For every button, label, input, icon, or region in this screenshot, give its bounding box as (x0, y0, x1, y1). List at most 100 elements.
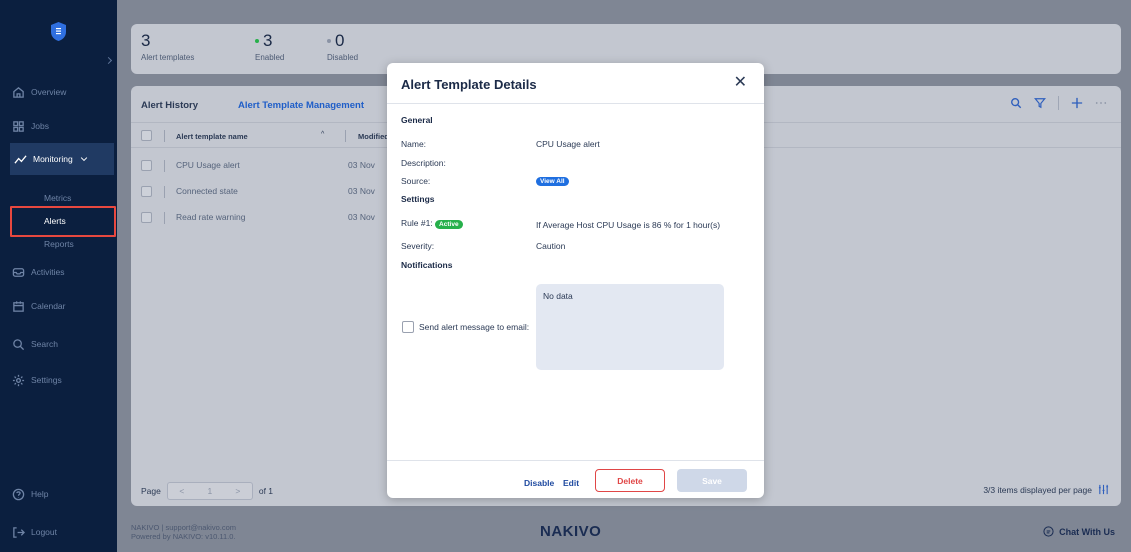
no-data-text: No data (543, 291, 573, 301)
tabs: Alert History Alert Template Management (141, 100, 364, 111)
column-settings-icon[interactable] (1098, 484, 1109, 495)
footer-info: NAKIVO | support@nakivo.com Powered by N… (131, 523, 236, 541)
activities-icon (12, 267, 25, 277)
more-options-icon[interactable] (1095, 97, 1107, 109)
email-recipients-box: No data (536, 284, 724, 370)
items-per-page: 3/3 items displayed per page (983, 484, 1109, 495)
stat-enabled-value: 3 (263, 31, 273, 50)
help-icon (12, 488, 25, 500)
nav-help[interactable]: Help (12, 484, 114, 504)
section-general: General (401, 115, 433, 125)
nav-jobs-label: Jobs (31, 121, 49, 131)
nav-sub-reports[interactable]: Reports (44, 239, 74, 249)
collapse-sidebar-icon[interactable] (104, 56, 113, 65)
send-email-option: Send alert message to email: (402, 321, 529, 333)
row-modified: 03 Nov (348, 186, 375, 196)
nav-sub-metrics[interactable]: Metrics (44, 193, 71, 203)
current-page[interactable]: 1 (207, 486, 212, 496)
nav-overview-label: Overview (31, 87, 67, 97)
next-page-icon[interactable]: > (235, 486, 240, 496)
nav-calendar[interactable]: Calendar (12, 296, 114, 316)
nav-help-label: Help (31, 489, 49, 499)
save-button[interactable]: Save (677, 469, 747, 492)
page-selector[interactable]: < 1 > (166, 482, 253, 500)
filter-icon[interactable] (1034, 97, 1046, 109)
tab-alert-history[interactable]: Alert History (141, 100, 198, 111)
stat-disabled-value: 0 (335, 31, 345, 50)
column-divider (164, 130, 165, 142)
rule-label-row: Rule #1: Active (401, 218, 463, 229)
edit-button[interactable]: Edit (563, 478, 579, 488)
nav-logout[interactable]: Logout (12, 522, 114, 542)
nav-monitoring-label: Monitoring (33, 154, 73, 164)
column-divider (164, 160, 165, 172)
severity-value: Caution (536, 241, 566, 251)
alert-template-details-dialog: Alert Template Details ✕ General Name: C… (387, 63, 764, 498)
row-name[interactable]: Read rate warning (176, 212, 245, 222)
rule-label: Rule #1: (401, 218, 433, 228)
section-notifications: Notifications (401, 260, 453, 270)
prev-page-icon[interactable]: < (179, 486, 184, 496)
chat-with-us-button[interactable]: Chat With Us (1043, 526, 1115, 537)
stat-total-label: Alert templates (141, 53, 195, 62)
nav-jobs[interactable]: Jobs (12, 116, 114, 136)
table-toolbar (1010, 96, 1107, 110)
nakivo-logo: NAKIVO (540, 523, 602, 540)
column-header-modified[interactable]: Modified (358, 132, 389, 141)
nav-activities-label: Activities (31, 267, 65, 277)
stat-disabled-label: Disabled (327, 53, 359, 62)
monitoring-chart-icon (14, 154, 27, 164)
row-modified: 03 Nov (348, 160, 375, 170)
send-email-label: Send alert message to email: (419, 322, 530, 332)
nav-logout-label: Logout (31, 527, 57, 537)
nav-settings[interactable]: Settings (12, 370, 114, 390)
select-all-checkbox[interactable] (141, 130, 152, 141)
sidebar: Overview Jobs Monitoring Metrics Alerts … (0, 0, 117, 552)
row-name[interactable]: Connected state (176, 186, 238, 196)
nav-activities[interactable]: Activities (12, 262, 114, 282)
stat-disabled: 0 Disabled (327, 31, 358, 62)
row-modified: 03 Nov (348, 212, 375, 222)
column-divider (164, 186, 165, 198)
chevron-down-icon (80, 157, 87, 162)
add-icon[interactable] (1071, 97, 1083, 109)
app-logo-icon[interactable] (51, 22, 66, 41)
sort-asc-icon[interactable]: ^ (321, 131, 324, 138)
column-divider (345, 130, 346, 142)
delete-button[interactable]: Delete (595, 469, 665, 492)
nav-search[interactable]: Search (12, 334, 114, 354)
disabled-dot-icon (327, 39, 331, 43)
close-icon[interactable]: ✕ (734, 75, 747, 91)
name-label: Name: (401, 139, 427, 149)
stat-total-value: 3 (141, 31, 151, 50)
nav-settings-label: Settings (31, 375, 62, 385)
name-value: CPU Usage alert (536, 139, 600, 149)
items-per-page-label: 3/3 items displayed per page (983, 484, 1092, 495)
column-divider (164, 212, 165, 224)
home-icon (13, 86, 24, 98)
row-checkbox[interactable] (141, 186, 152, 197)
disable-button[interactable]: Disable (524, 478, 554, 488)
section-settings: Settings (401, 194, 435, 204)
rule-status-badge: Active (435, 220, 463, 229)
nav-overview[interactable]: Overview (12, 82, 114, 102)
nav-search-label: Search (31, 339, 58, 349)
search-icon (13, 338, 25, 350)
column-header-name[interactable]: Alert template name (176, 132, 248, 141)
source-value: View All (536, 175, 569, 186)
toolbar-divider (1058, 96, 1059, 110)
jobs-grid-icon (13, 120, 24, 132)
row-checkbox[interactable] (141, 212, 152, 223)
nav-calendar-label: Calendar (31, 301, 66, 311)
source-label: Source: (401, 176, 431, 186)
nav-monitoring[interactable]: Monitoring (10, 143, 114, 175)
stat-enabled-label: Enabled (255, 53, 285, 62)
tab-alert-template-management[interactable]: Alert Template Management (238, 100, 364, 111)
row-name[interactable]: CPU Usage alert (176, 160, 240, 170)
row-checkbox[interactable] (141, 160, 152, 171)
search-icon[interactable] (1010, 97, 1022, 109)
severity-label: Severity: (401, 241, 435, 251)
dialog-divider (387, 460, 764, 461)
view-all-pill[interactable]: View All (536, 177, 569, 186)
send-email-checkbox[interactable] (402, 321, 414, 333)
